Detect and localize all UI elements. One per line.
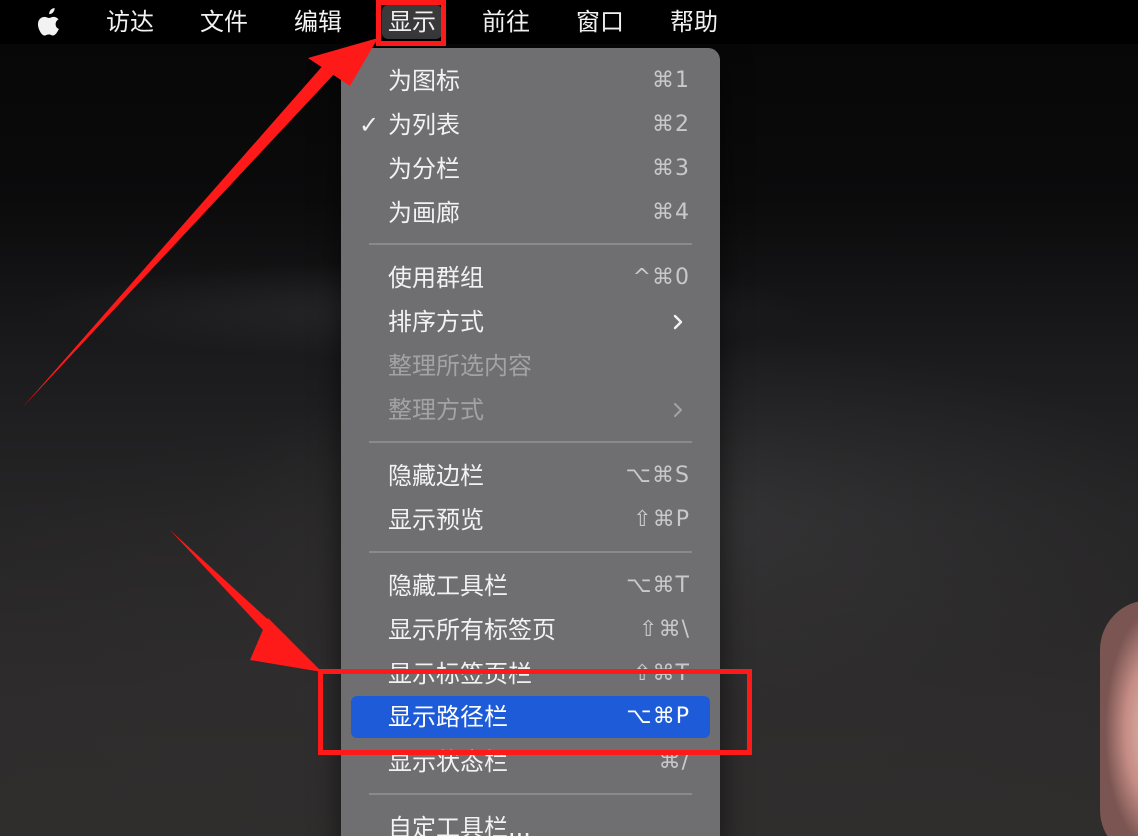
menu-item-label: 为列表 (388, 111, 460, 139)
menu-item-clean-up-selection: 整理所选内容 (351, 345, 710, 387)
menu-item-show-all-tabs[interactable]: 显示所有标签页 ⇧⌘\ (351, 609, 710, 651)
menu-item-label: 自定工具栏... (388, 814, 531, 836)
menu-item-as-icons[interactable]: 为图标 ⌘1 (351, 60, 710, 102)
menu-item-shortcut: ⌘3 (652, 156, 690, 181)
menu-go[interactable]: 前往 (476, 5, 536, 39)
menu-item-clean-up-by: 整理方式 (351, 389, 710, 431)
chevron-right-icon (673, 314, 683, 330)
menu-item-as-list[interactable]: ✓ 为列表 ⌘2 (351, 104, 710, 146)
menu-item-label: 显示预览 (388, 506, 484, 534)
menu-item-shortcut: ⌘1 (652, 68, 690, 93)
menu-item-use-groups[interactable]: 使用群组 ^⌘0 (351, 257, 710, 299)
menu-window[interactable]: 窗口 (570, 5, 630, 39)
menu-separator (369, 793, 692, 795)
menu-item-as-columns[interactable]: 为分栏 ⌘3 (351, 148, 710, 190)
menu-help[interactable]: 帮助 (664, 5, 724, 39)
menu-item-label: 为画廊 (388, 199, 460, 227)
menu-item-show-preview[interactable]: 显示预览 ⇧⌘P (351, 499, 710, 541)
menu-item-hide-toolbar[interactable]: 隐藏工具栏 ⌥⌘T (351, 565, 710, 607)
wallpaper-cat (1100, 600, 1138, 836)
checkmark-icon: ✓ (358, 111, 380, 139)
annotation-box-view-menu (376, 0, 446, 46)
menu-finder[interactable]: 访达 (100, 5, 160, 39)
menu-item-shortcut: ⇧⌘P (633, 507, 690, 532)
apple-logo-icon[interactable] (36, 8, 64, 36)
menu-item-label: 整理方式 (388, 396, 484, 424)
menu-item-label: 排序方式 (388, 308, 484, 336)
menu-item-as-gallery[interactable]: 为画廊 ⌘4 (351, 192, 710, 234)
menu-item-shortcut: ⇧⌘\ (639, 617, 690, 642)
menu-item-label: 使用群组 (388, 264, 484, 292)
menu-item-shortcut: ⌥⌘S (625, 463, 690, 488)
menu-separator (369, 243, 692, 245)
menu-item-label: 为分栏 (388, 155, 460, 183)
annotation-box-path-bar (318, 669, 752, 755)
menu-item-label: 整理所选内容 (388, 352, 532, 380)
menu-item-label: 隐藏边栏 (388, 462, 484, 490)
menu-item-shortcut: ⌘2 (652, 112, 690, 137)
menu-item-shortcut: ^⌘0 (632, 265, 690, 290)
menu-item-shortcut: ⌘4 (652, 200, 690, 225)
menu-item-label: 显示所有标签页 (388, 616, 556, 644)
chevron-right-icon (674, 403, 682, 417)
menu-item-shortcut: ⌥⌘T (626, 573, 690, 598)
menu-item-sort-by[interactable]: 排序方式 (351, 301, 710, 343)
menu-edit[interactable]: 编辑 (288, 5, 348, 39)
menu-separator (369, 441, 692, 443)
menu-item-label: 隐藏工具栏 (388, 572, 508, 600)
menu-item-hide-sidebar[interactable]: 隐藏边栏 ⌥⌘S (351, 455, 710, 497)
menu-item-customize-toolbar[interactable]: 自定工具栏... (351, 807, 710, 836)
menu-item-label: 为图标 (388, 67, 460, 95)
menu-separator (369, 551, 692, 553)
menu-file[interactable]: 文件 (194, 5, 254, 39)
menu-bar: 访达 文件 编辑 显示 前往 窗口 帮助 (0, 0, 1138, 44)
